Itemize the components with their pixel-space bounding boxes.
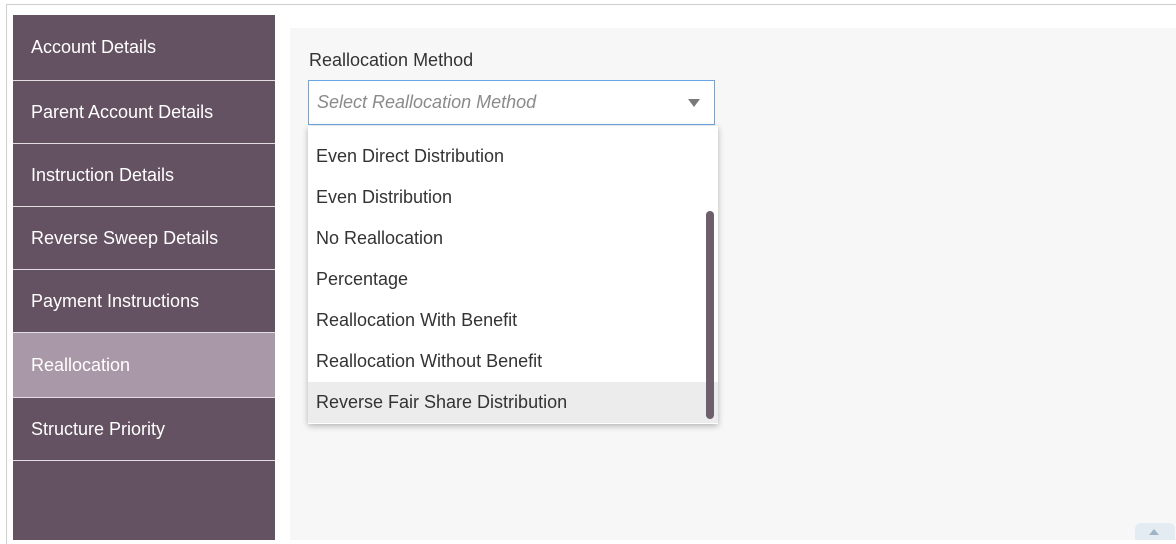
option-no-reallocation[interactable]: No Reallocation (308, 218, 718, 259)
option-reallocation-without-benefit[interactable]: Reallocation Without Benefit (308, 341, 718, 382)
option-reverse-fair-share-distribution[interactable]: Reverse Fair Share Distribution (308, 382, 718, 423)
sidebar-item-label: Reallocation (31, 354, 131, 375)
sidebar-item-label: Instruction Details (31, 164, 175, 185)
select-placeholder: Select Reallocation Method (317, 92, 537, 112)
chevron-up-icon (1149, 529, 1159, 535)
sidebar-item-parent-account-details[interactable]: Parent Account Details (13, 81, 275, 144)
chevron-down-icon[interactable] (688, 99, 700, 107)
sidebar-item-reallocation[interactable]: Reallocation (13, 333, 275, 398)
sidebar-item-label: Parent Account Details (31, 101, 214, 122)
option-even-direct-distribution[interactable]: Even Direct Distribution (308, 136, 718, 177)
sidebar-item-label: Payment Instructions (31, 290, 200, 311)
sidebar-item-label: Account Details (31, 37, 157, 57)
reallocation-method-label: Reallocation Method (309, 50, 474, 70)
dropdown-scrollbar[interactable] (706, 211, 714, 419)
sidebar-item-reverse-sweep-details[interactable]: Reverse Sweep Details (13, 207, 275, 270)
sidebar-nav: Account Details Parent Account Details I… (13, 15, 275, 540)
option-even-distribution[interactable]: Even Distribution (308, 177, 718, 218)
option-reallocation-with-benefit[interactable]: Reallocation With Benefit (308, 300, 718, 341)
sidebar-item-account-details[interactable]: Account Details (13, 15, 275, 81)
sidebar-item-label: Reverse Sweep Details (31, 227, 219, 248)
sidebar-item-instruction-details[interactable]: Instruction Details (13, 144, 275, 207)
reallocation-method-select[interactable]: Select Reallocation Method (308, 80, 715, 125)
sidebar-item-payment-instructions[interactable]: Payment Instructions (13, 270, 275, 333)
sidebar-item-structure-priority[interactable]: Structure Priority (13, 398, 275, 461)
scroll-to-top-button[interactable] (1135, 523, 1175, 540)
option-percentage[interactable]: Percentage (308, 259, 718, 300)
reallocation-method-dropdown: Even Direct Distribution Even Distributi… (308, 126, 718, 424)
sidebar-item-label: Structure Priority (31, 418, 166, 439)
